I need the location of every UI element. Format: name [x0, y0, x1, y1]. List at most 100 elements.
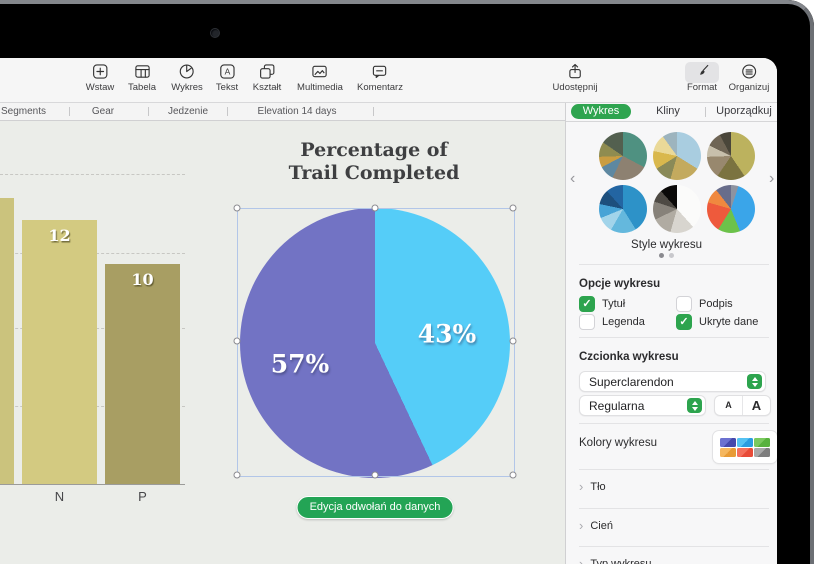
- checkbox-label: Podpis: [699, 298, 733, 310]
- front-camera: [211, 29, 219, 37]
- chart-style-thumbnails: [599, 132, 755, 233]
- bar[interactable]: [105, 264, 180, 484]
- chevron-left-icon[interactable]: ‹: [570, 171, 575, 187]
- shape-button[interactable]: Kształt: [253, 63, 282, 93]
- divider: [579, 264, 769, 265]
- pie-chart-title: Percentage of Trail Completed: [214, 139, 534, 185]
- sheet-tab-gear[interactable]: Gear: [92, 106, 114, 117]
- chart-style-thumbnail[interactable]: [653, 132, 701, 180]
- table-button[interactable]: Tabela: [128, 63, 156, 93]
- chevron-right-icon: ›: [579, 520, 583, 532]
- media-button[interactable]: Multimedia: [297, 63, 343, 93]
- table-icon: [134, 63, 151, 80]
- chart-options-header: Opcje wykresu: [579, 278, 660, 290]
- edit-data-references-button[interactable]: Edycja odwołań do danych: [297, 496, 454, 519]
- shadow-section-row[interactable]: › Cień: [579, 520, 613, 532]
- segment-divider: [705, 107, 706, 117]
- color-tile: [754, 438, 770, 447]
- color-tile: [737, 438, 753, 447]
- chart-button[interactable]: Wykres: [171, 63, 203, 93]
- checkbox[interactable]: ✓: [579, 296, 595, 312]
- checkbox-option[interactable]: ✓ Tytuł: [579, 295, 676, 312]
- pager-dot[interactable]: [669, 253, 674, 258]
- toolbar: Wstaw Tabela Wykres A Tekst Kształt Mult…: [0, 58, 777, 103]
- comment-label: Komentarz: [357, 82, 403, 93]
- background-section-label: Tło: [590, 481, 605, 493]
- chevron-right-icon: ›: [579, 481, 583, 493]
- checkbox[interactable]: [579, 314, 595, 330]
- sidebar-tabs: Wykres Kliny Uporządkuj: [566, 103, 777, 122]
- checkbox-option[interactable]: ✓Ukryte dane: [676, 313, 758, 330]
- comment-icon: [372, 63, 389, 80]
- font-size-buttons[interactable]: A A: [714, 395, 771, 416]
- insert-button[interactable]: Wstaw: [86, 63, 115, 93]
- chart-style-thumbnail[interactable]: [599, 132, 647, 180]
- bar[interactable]: [0, 198, 14, 484]
- insert-plus-icon: [92, 63, 109, 80]
- chart-style-thumbnail[interactable]: [599, 185, 647, 233]
- spreadsheet-canvas[interactable]: 12N10P Percentage of Trail Completed 57%…: [0, 121, 565, 564]
- stepper-icon: [747, 374, 762, 389]
- chart-style-thumbnail[interactable]: [707, 132, 755, 180]
- tab-divider: [373, 107, 374, 116]
- tab-uporzadkuj[interactable]: Uporządkuj: [716, 105, 772, 117]
- chart-style-thumbnail[interactable]: [707, 185, 755, 233]
- sheet-tab-jedzenie[interactable]: Jedzenie: [168, 106, 208, 117]
- media-label: Multimedia: [297, 82, 343, 93]
- comment-button[interactable]: Komentarz: [357, 63, 403, 93]
- divider: [579, 469, 769, 470]
- organize-button[interactable]: Organizuj: [729, 63, 770, 93]
- pie-title-line2: Trail Completed: [214, 162, 534, 185]
- chart-font-header: Czcionka wykresu: [579, 351, 679, 363]
- format-brush-icon: [694, 63, 711, 80]
- tab-divider: [69, 107, 70, 116]
- font-style-dropdown[interactable]: Regularna: [579, 395, 706, 416]
- chart-type-section-row[interactable]: › Typ wykresu: [579, 558, 651, 564]
- pager-dot-active[interactable]: [659, 253, 664, 258]
- sheet-tab-elevation[interactable]: Elevation 14 days: [258, 106, 337, 117]
- checkbox[interactable]: ✓: [676, 314, 692, 330]
- chart-icon: [179, 63, 196, 80]
- bar[interactable]: [22, 220, 97, 484]
- tab-wykres[interactable]: Wykres: [571, 104, 631, 119]
- increase-font-button[interactable]: A: [742, 396, 770, 415]
- color-tile: [720, 448, 736, 457]
- chart-style-thumbnail[interactable]: [653, 185, 701, 233]
- chevron-right-icon[interactable]: ›: [769, 171, 774, 187]
- sheet-tab-segments[interactable]: Segments: [1, 106, 46, 117]
- decrease-font-button[interactable]: A: [715, 396, 742, 415]
- color-tile: [737, 448, 753, 457]
- share-button[interactable]: Udostępnij: [553, 63, 598, 93]
- checkbox-label: Tytuł: [602, 298, 625, 310]
- font-family-dropdown[interactable]: Superclarendon: [579, 371, 766, 392]
- text-label: Tekst: [216, 82, 238, 93]
- divider: [579, 337, 769, 338]
- pie-slice-label-57: 57%: [271, 350, 330, 379]
- chevron-right-icon: ›: [579, 558, 583, 564]
- stepper-icon: [687, 398, 702, 413]
- bar-category-label: P: [138, 489, 147, 504]
- chart-type-section-label: Typ wykresu: [590, 558, 651, 564]
- chart-colors-swatch-button[interactable]: [713, 431, 777, 463]
- checkbox[interactable]: [676, 296, 692, 312]
- insert-label: Wstaw: [86, 82, 115, 93]
- organize-icon: [740, 63, 757, 80]
- format-button[interactable]: Format: [687, 63, 717, 93]
- background-section-row[interactable]: › Tło: [579, 481, 606, 493]
- text-icon: A: [219, 63, 236, 80]
- checkbox-option[interactable]: Podpis: [676, 295, 758, 312]
- pie-slice-label-43: 43%: [418, 320, 477, 349]
- pager-dots[interactable]: [566, 253, 767, 258]
- format-sidebar: Wykres Kliny Uporządkuj ‹ › Style wykres…: [565, 103, 777, 564]
- text-button[interactable]: A Tekst: [216, 63, 238, 93]
- tab-kliny[interactable]: Kliny: [656, 105, 680, 117]
- share-icon: [566, 63, 583, 80]
- bar-value-label: 10: [131, 270, 153, 289]
- bar-value-label: 12: [48, 226, 70, 245]
- chart-options-grid: ✓ Tytuł Podpis Legenda✓Ukryte dane: [579, 295, 758, 330]
- checkbox-option[interactable]: Legenda: [579, 313, 676, 330]
- divider: [579, 508, 769, 509]
- chart-label: Wykres: [171, 82, 203, 93]
- shadow-section-label: Cień: [590, 520, 613, 532]
- color-tile: [754, 448, 770, 457]
